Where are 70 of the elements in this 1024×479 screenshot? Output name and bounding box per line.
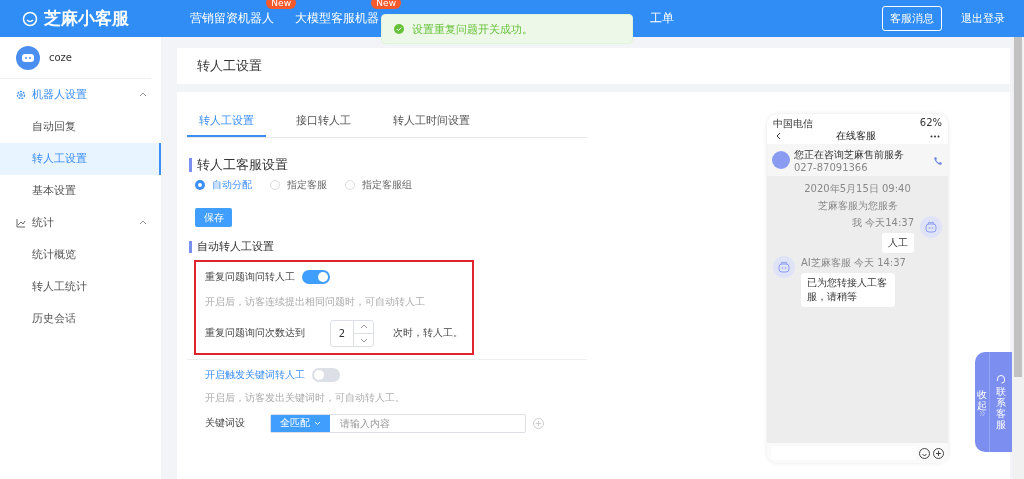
setting-label: 重复问题询问次数达到 [205,326,305,341]
match-dropdown[interactable]: 全匹配 [271,414,330,432]
more-icon[interactable] [930,134,940,138]
toast-message: 设置重复问题开关成功。 [412,21,533,37]
new-badge: New [266,0,296,9]
message-bubble: 人工 [882,233,914,253]
setting-label: 开启触发关键词转人工 [205,367,305,382]
contact-text[interactable]: 联系客服 [996,386,1006,430]
header-button[interactable]: 退出登录 [954,7,1012,30]
menu-item[interactable]: 转人工设置 [0,143,161,175]
menu-group[interactable]: 统计 [0,207,161,239]
radio-option[interactable]: 指定客服组 [345,178,412,193]
tab[interactable]: 转人工时间设置 [381,106,482,137]
scrollbar[interactable] [1012,37,1024,479]
radio-option[interactable]: 自动分配 [195,178,252,193]
chevron-icon [139,91,147,99]
tab[interactable]: 接口转人工 [284,106,363,137]
caret-icon [314,420,321,426]
section-title: 转人工客服设置 [189,158,589,173]
radio-option[interactable]: 指定客服 [270,178,327,193]
message-bubble: 已为您转接人工客服，请稍等 [801,273,895,307]
setting-suffix: 次时，转人工。 [393,326,463,341]
menu-item[interactable]: 基本设置 [0,175,161,207]
chevron-icon [139,219,147,227]
section-title: 自动转人工设置 [189,241,589,253]
headset-icon [996,374,1006,384]
number-input[interactable]: 2 [330,319,374,347]
avatar [16,45,40,70]
check-circle-icon [394,24,404,34]
gear-icon [16,90,26,100]
banner-phone: 027-87091366 [794,161,869,173]
service-avatar [772,151,790,169]
new-badge: New [371,0,401,9]
save-button[interactable]: 保存 [195,208,232,228]
message-sender: 我 今天14:37 [852,216,914,230]
toggle-switch[interactable] [312,367,340,382]
menu-group[interactable]: 机器人设置 [0,79,161,111]
message-sender: AI芝麻客服 今天 14:37 [801,256,906,270]
battery-text: 62% [919,117,942,128]
chart-icon [16,218,26,228]
menu-item[interactable]: 统计概览 [0,239,161,271]
nav-item[interactable]: 工单 [650,11,674,25]
keyword-field[interactable]: 全匹配 请输入内容 [270,413,526,433]
setting-label: 重复问题询问转人工 [205,269,295,284]
toggle-switch[interactable] [302,269,330,284]
page-title: 转人工设置 [177,48,1010,84]
collapse-text[interactable]: 收起 [977,388,987,411]
setting-hint: 开启后，访客发出关键词时，可自动转人工。 [205,390,406,405]
app-logo-text: 芝麻小客服 [44,7,129,30]
menu-item[interactable]: 自动回复 [0,111,161,143]
carrier-text: 中国电信 [773,117,813,128]
nav-item[interactable]: 大模型客服机器 [295,11,379,25]
header-button[interactable]: 客服消息 [882,6,942,31]
chat-title: 在线客服 [835,129,876,143]
tab[interactable]: 转人工设置 [187,106,266,137]
nav-item[interactable]: 营销留资机器人 [190,11,274,25]
chat-date: 2020年5月15日 09:40 [804,182,911,196]
user-name: coze [49,52,73,63]
setting-hint: 开启后，访客连续提出相同问题时，可自动转人工 [205,294,426,309]
banner-title: 您正在咨询芝麻售前服务 [794,147,905,162]
menu-item[interactable]: 转人工统计 [0,271,161,303]
back-icon[interactable] [775,132,781,140]
field-label: 关键词设 [205,416,245,431]
add-icon[interactable] [933,447,944,459]
emoji-icon[interactable] [919,447,930,459]
logo-icon [22,10,38,27]
menu-item[interactable]: 历史会话 [0,303,161,335]
double-chevron-icon [979,410,985,416]
chat-notice: 芝麻客服为您服务 [817,199,898,213]
phone-icon[interactable] [933,155,943,165]
